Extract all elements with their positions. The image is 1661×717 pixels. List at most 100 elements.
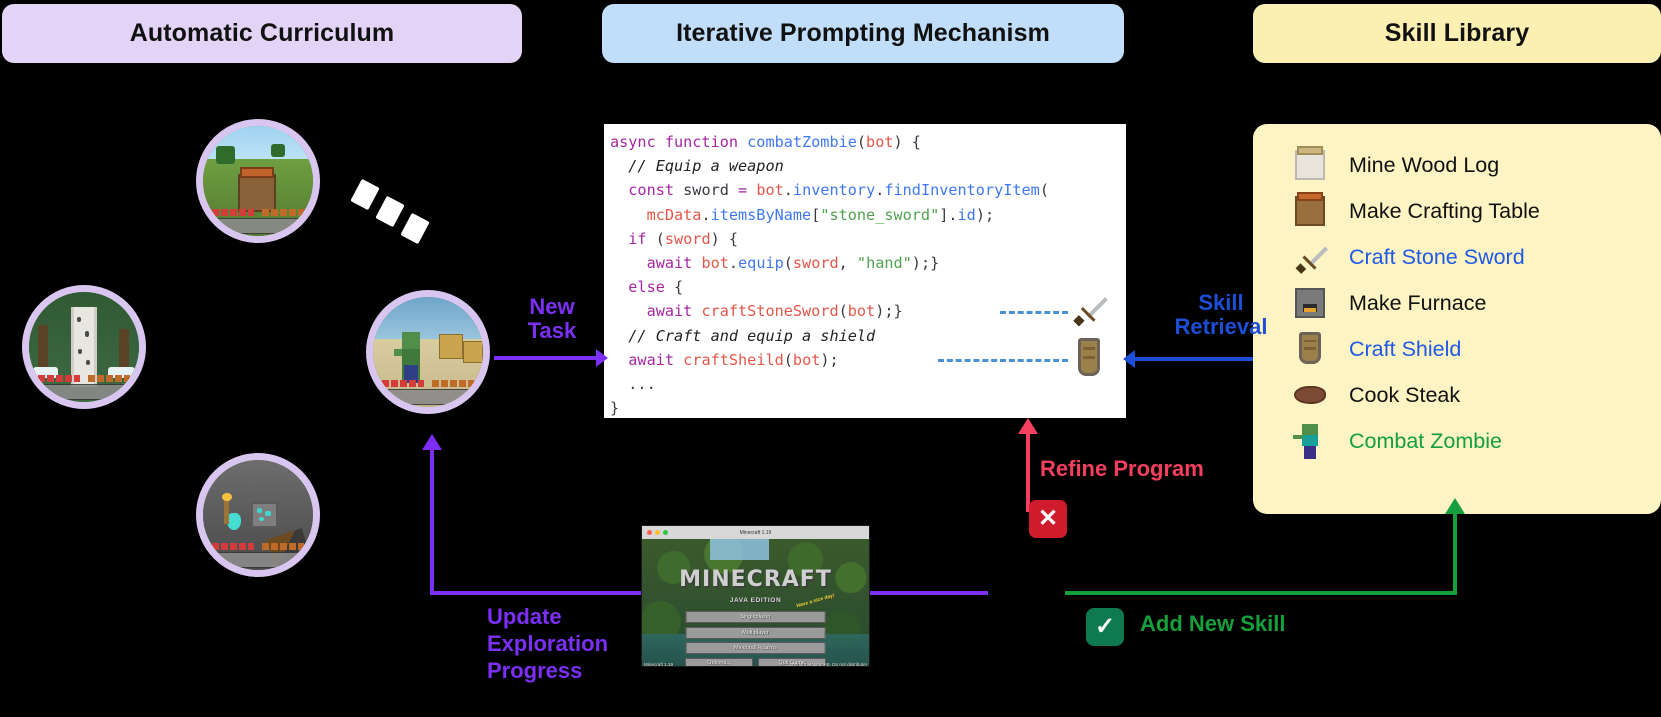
code-token: "stone_sword"	[820, 205, 940, 224]
shield-pattern	[1082, 346, 1096, 350]
code-token: id	[957, 205, 976, 224]
code-line: mcData.itemsByName["stone_sword"].id);	[610, 203, 1126, 227]
label-update-line2: Exploration	[487, 630, 609, 656]
shield-icon	[1291, 330, 1329, 368]
singleplayer-label: Singleplayer	[740, 614, 771, 621]
log-side	[1295, 146, 1325, 180]
code-line: }	[610, 396, 1126, 418]
code-token: sword	[792, 254, 839, 273]
code-token: .	[701, 205, 711, 224]
thumbnail-zombie-village-scene	[366, 290, 490, 414]
log-top	[1297, 146, 1323, 155]
code-token: bot	[692, 254, 729, 273]
close-icon: ✕	[1037, 505, 1059, 532]
code-token: {	[664, 278, 684, 297]
window-title: Minecraft 1.19	[739, 529, 772, 536]
multiplayer-button[interactable]: Multiplayer	[685, 626, 826, 639]
minecraft-edition-subtitle: JAVA EDITION	[729, 597, 782, 605]
scene-birch-snow	[29, 292, 139, 402]
scene-diamond-cave	[203, 460, 313, 570]
singleplayer-button[interactable]: Singleplayer	[685, 611, 826, 624]
code-token: );	[975, 205, 995, 224]
code-token: bot	[747, 181, 784, 200]
shield-icon	[1070, 335, 1108, 381]
thumbnail-birch-snow-scene	[22, 285, 146, 409]
scene-village-block	[463, 341, 483, 363]
code-token: await	[610, 350, 675, 369]
options-button[interactable]: Options...	[685, 657, 754, 667]
scene-bark-mark	[76, 316, 82, 323]
arrow-new-task-head	[596, 349, 608, 367]
stone-sword-icon	[1068, 288, 1110, 330]
scene-zombie-arm	[393, 349, 403, 356]
skill-label: Mine Wood Log	[1349, 152, 1500, 177]
skill-row-cook-steak[interactable]: Cook Steak	[1253, 372, 1661, 418]
options-label: Options...	[707, 660, 731, 667]
code-token: craftStoneSword	[701, 302, 839, 321]
minecraft-game-window[interactable]: Minecraft 1.19 MINECRAFT JAVA EDITION Ha…	[641, 525, 870, 667]
scene-zombie	[393, 332, 421, 383]
code-token: combatZombie	[747, 133, 857, 151]
leader-line-sword	[1000, 311, 1068, 314]
skill-row-combat-zombie[interactable]: Combat Zombie	[1253, 418, 1661, 464]
code-line: // Equip a weapon	[610, 154, 1126, 178]
skill-row-make-furnace[interactable]: Make Furnace	[1253, 280, 1661, 326]
leader-line-shield	[938, 359, 1068, 362]
skill-label: Craft Shield	[1349, 336, 1462, 361]
code-token: ,	[838, 254, 857, 273]
arrow-skill-retrieval-line	[1135, 357, 1253, 361]
vovager-pipeline-diagram: Automatic Curriculum Iterative Prompting…	[0, 0, 1661, 717]
zombie-legs	[1303, 446, 1317, 460]
code-token: =	[738, 181, 748, 200]
skill-row-craft-shield[interactable]: Craft Shield	[1253, 326, 1661, 372]
minecraft-main-menu: MINECRAFT JAVA EDITION Have a nice day! …	[642, 539, 869, 667]
stone-sword-icon	[1291, 238, 1329, 276]
scene-health-bar	[381, 380, 424, 387]
code-token: else	[610, 278, 665, 297]
code-line: // Craft and equip a shield	[610, 324, 1126, 348]
code-token: bot	[792, 350, 821, 369]
code-line: else {	[610, 275, 1126, 299]
scene-hotbar	[37, 384, 131, 400]
label-skill-retrieval-line2: Retrieval	[1174, 314, 1268, 340]
shield-pattern	[1303, 347, 1317, 350]
arrow-update-progress-head	[422, 434, 442, 450]
arrow-skill-retrieval-head	[1123, 350, 1135, 368]
minecraft-realms-button[interactable]: Minecraft Realms	[685, 642, 826, 655]
code-token: }	[610, 399, 620, 418]
skill-row-mine-wood-log[interactable]: Mine Wood Log	[1253, 142, 1661, 188]
steak-icon	[1291, 376, 1329, 414]
code-token: if	[610, 229, 647, 248]
dash-mark	[400, 212, 430, 245]
code-token: ) {	[893, 133, 921, 151]
shield-body	[1078, 337, 1100, 377]
furnace-body	[1295, 288, 1325, 318]
label-skill-retrieval: Skill Retrieval	[1156, 290, 1286, 340]
scene-hunger-bar	[262, 543, 305, 550]
scene-diamond-ore-block	[251, 501, 278, 529]
code-token: (	[646, 229, 665, 248]
skill-label: Craft Stone Sword	[1349, 244, 1525, 269]
skill-row-make-crafting-table[interactable]: Make Crafting Table	[1253, 188, 1661, 234]
code-token: );}	[911, 254, 940, 273]
header-automatic-curriculum: Automatic Curriculum	[2, 4, 522, 63]
code-token: equip	[738, 254, 784, 273]
scene-torch	[221, 492, 232, 524]
label-skill-retrieval-line1: Skill	[1198, 290, 1244, 315]
code-token: bot	[847, 302, 876, 321]
check-icon: ✓	[1094, 613, 1116, 640]
code-token: "hand"	[856, 254, 912, 273]
zombie-icon	[1291, 422, 1329, 460]
code-token: findInventoryItem	[884, 181, 1040, 200]
scene-village-block	[439, 334, 464, 359]
code-token: ...	[610, 375, 656, 394]
header-prompting-label: Iterative Prompting Mechanism	[676, 19, 1050, 47]
arrow-refine-program-head	[1018, 418, 1038, 434]
scene-hunger-bar	[88, 375, 131, 382]
skill-row-craft-stone-sword[interactable]: Craft Stone Sword	[1253, 234, 1661, 280]
scene-health-bar	[37, 375, 80, 382]
thumbnail-diamond-cave-scene	[196, 453, 320, 577]
code-token: .	[783, 181, 793, 200]
label-update-line3: Progress	[487, 657, 583, 683]
scene-sky	[373, 297, 483, 341]
